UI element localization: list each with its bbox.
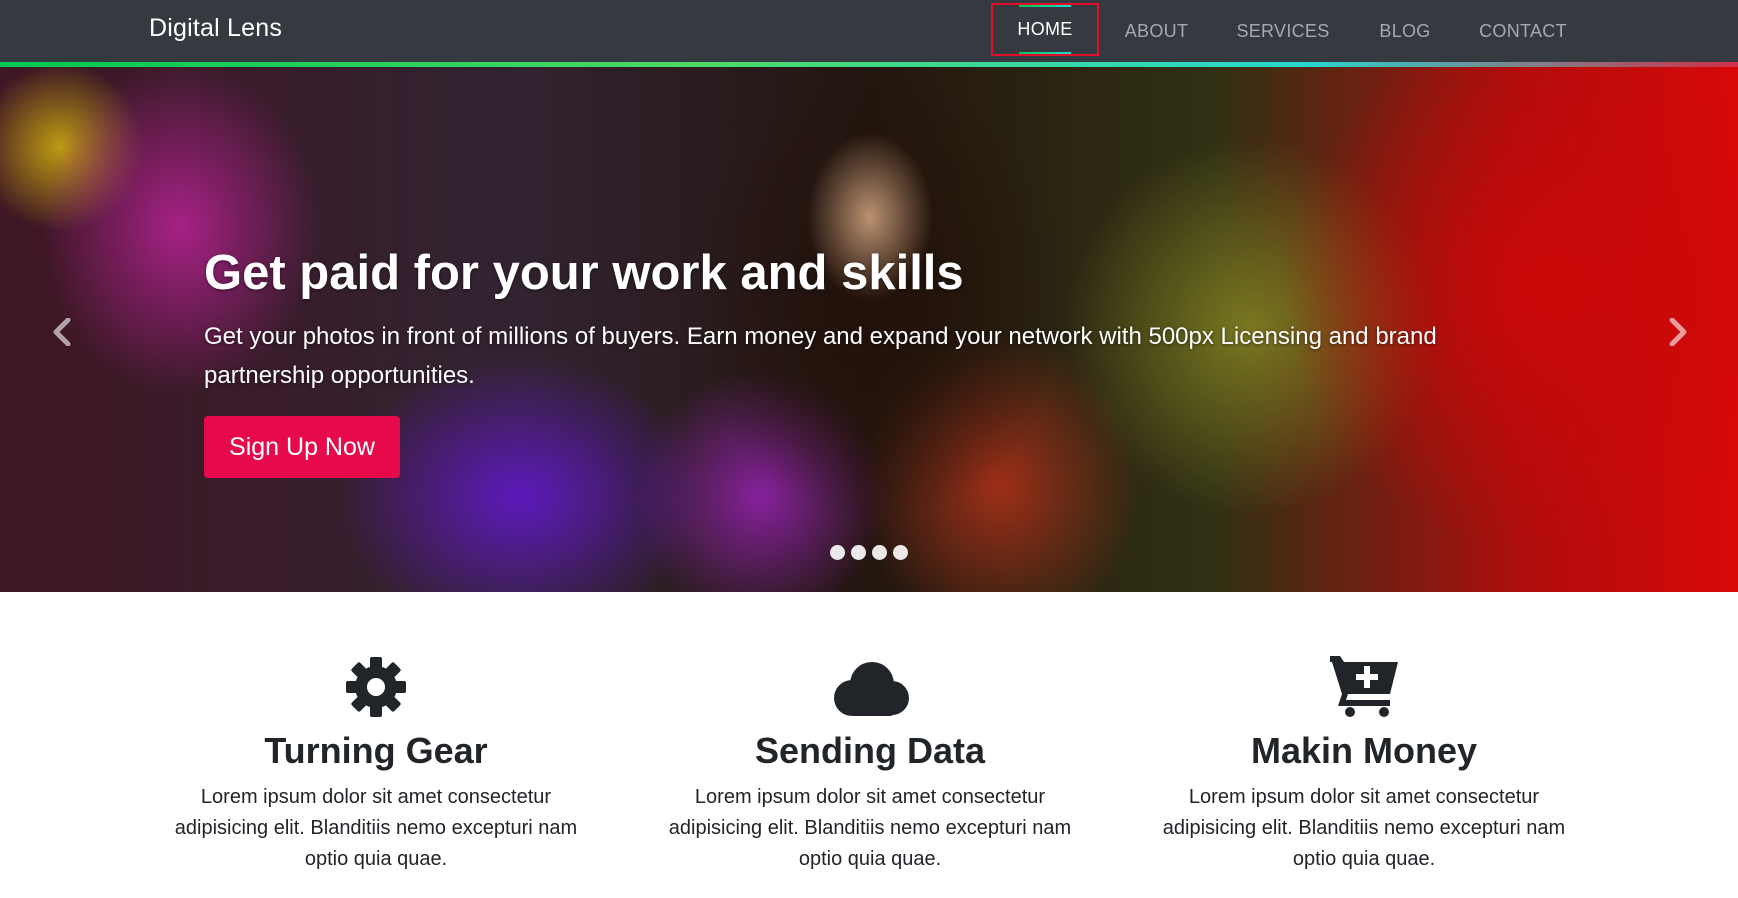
- cloud-icon: [834, 662, 909, 716]
- carousel-indicator-1[interactable]: [830, 545, 845, 560]
- carousel-indicator-2[interactable]: [851, 545, 866, 560]
- carousel-prev-button[interactable]: [47, 312, 77, 352]
- hero-title: Get paid for your work and skills: [204, 246, 964, 300]
- navbar: Digital Lens HOME ABOUT SERVICES BLOG CO…: [0, 0, 1738, 67]
- hero-description: Get your photos in front of millions of …: [204, 323, 1437, 389]
- brand-logo-link[interactable]: Digital Lens: [149, 14, 282, 43]
- cart-plus-icon: [1330, 656, 1398, 717]
- feature-title: Makin Money: [1250, 730, 1478, 771]
- nav-item-about[interactable]: ABOUT: [1110, 0, 1203, 62]
- chevron-right-icon: [1669, 318, 1687, 346]
- feature-description: Lorem ipsum dolor sit amet consectetur a…: [668, 786, 1072, 870]
- carousel-indicator-4[interactable]: [893, 545, 908, 560]
- nav-item-services[interactable]: SERVICES: [1228, 0, 1338, 62]
- hero-carousel: Get paid for your work and skills Get yo…: [0, 67, 1738, 592]
- nav-item-contact[interactable]: CONTACT: [1470, 0, 1576, 62]
- sign-up-button[interactable]: Sign Up Now: [204, 416, 400, 478]
- feature-description: Lorem ipsum dolor sit amet consectetur a…: [174, 786, 578, 870]
- feature-card-gear: Turning Gear Lorem ipsum dolor sit amet …: [156, 650, 596, 875]
- nav-item-blog[interactable]: BLOG: [1370, 0, 1440, 62]
- carousel-indicators: [830, 545, 908, 560]
- gear-icon: [346, 657, 406, 717]
- feature-card-cloud: Sending Data Lorem ipsum dolor sit amet …: [650, 650, 1090, 875]
- carousel-next-button[interactable]: [1663, 312, 1693, 352]
- feature-title: Turning Gear: [264, 730, 488, 771]
- chevron-left-icon: [53, 318, 71, 346]
- feature-description: Lorem ipsum dolor sit amet consectetur a…: [1162, 786, 1566, 870]
- feature-title: Sending Data: [754, 730, 986, 771]
- carousel-indicator-3[interactable]: [872, 545, 887, 560]
- feature-card-cart: Makin Money Lorem ipsum dolor sit amet c…: [1144, 650, 1584, 875]
- nav-item-home[interactable]: HOME: [991, 3, 1099, 56]
